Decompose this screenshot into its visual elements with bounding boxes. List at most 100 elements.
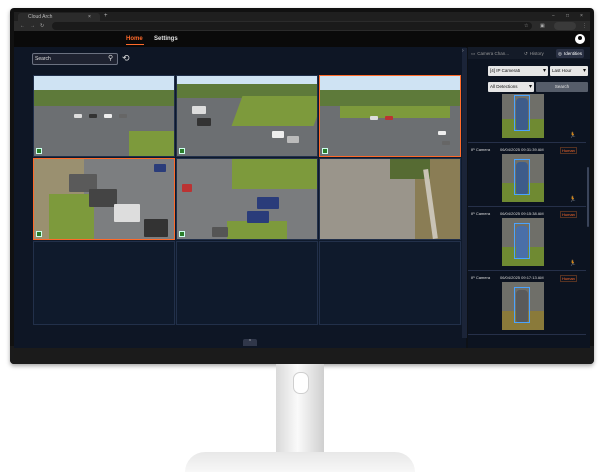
close-tab-icon[interactable]: × [88, 13, 91, 21]
tab-history-label: History [529, 51, 544, 56]
results-scrollbar[interactable] [587, 167, 589, 227]
tab-identities[interactable]: ◎ Identities [556, 49, 584, 58]
camera-status-icon [322, 148, 328, 154]
tab-history[interactable]: ↺ History [524, 49, 544, 58]
detection-result[interactable]: IP Camera 06/04/2025 09:15:38 AM Human 🏃 [468, 208, 586, 271]
monitor-base [185, 452, 415, 472]
camera-feed-5[interactable] [176, 158, 318, 240]
time-range-value: Last Hour [552, 68, 572, 73]
detection-bounding-box [514, 223, 530, 259]
result-timestamp: 06/04/2025 09:15:38 AM [500, 211, 544, 216]
tab-overview-icon[interactable]: ▣ [540, 21, 545, 31]
search-icon[interactable]: ⚲ [108, 54, 113, 64]
app-navbar: Home Settings [14, 31, 590, 47]
feed-car [385, 116, 393, 120]
detection-bounding-box [514, 95, 530, 131]
tab-camera-channels[interactable]: ▭ Camera Chan... [471, 49, 509, 58]
feed-scenery [49, 194, 94, 239]
search-button[interactable]: Search [536, 82, 588, 92]
camera-feed-1[interactable] [33, 75, 175, 157]
feed-car [74, 114, 82, 118]
result-tag: Human [560, 211, 577, 218]
back-icon[interactable]: ← [20, 21, 25, 31]
camera-feed-6[interactable] [319, 158, 461, 240]
feed-car [287, 136, 299, 143]
feed-car [89, 114, 97, 118]
url-field[interactable] [52, 22, 532, 30]
chevron-right-icon: › [462, 48, 464, 54]
screen: Cloud Arch × + − □ × ← → ↻ ☆ ▣ ⋮ Home Se… [14, 12, 590, 348]
detection-type-select[interactable]: All Detections ▾ [488, 82, 534, 92]
running-person-icon: 🏃 [569, 133, 577, 139]
browser-profile-button[interactable] [554, 22, 576, 30]
camera-status-icon [179, 231, 185, 237]
result-camera-name: IP Camera [471, 147, 491, 152]
feed-car [192, 106, 206, 114]
feed-scenery [232, 159, 317, 189]
user-account-icon[interactable] [575, 34, 585, 44]
detection-type-value: All Detections [490, 84, 518, 89]
camera-slot-empty[interactable] [319, 241, 461, 325]
camera-search-box[interactable]: ⚲ [32, 53, 118, 65]
camera-status-icon [36, 148, 42, 154]
detection-bounding-box [514, 159, 530, 195]
feed-car [89, 189, 117, 207]
result-tag: Human [560, 275, 577, 282]
feed-car [257, 197, 279, 209]
feed-car [144, 219, 168, 237]
camera-grid [33, 75, 463, 325]
maximize-icon[interactable]: □ [566, 12, 569, 21]
running-person-icon: 🏃 [569, 261, 577, 267]
new-tab-icon[interactable]: + [104, 12, 108, 21]
feed-car [154, 164, 166, 172]
camera-feed-2[interactable] [176, 75, 318, 157]
feed-car [442, 141, 450, 145]
camera-select[interactable]: [4] IP Camera5 ▾ [488, 66, 548, 76]
browser-tabbar: Cloud Arch × + − □ × [14, 12, 590, 21]
reload-icon[interactable]: ↻ [40, 21, 44, 31]
browser-tab[interactable]: Cloud Arch × [18, 13, 100, 21]
feed-car [370, 116, 378, 120]
refresh-icon[interactable]: ⟲ [122, 52, 130, 64]
feed-car [247, 211, 269, 223]
panel-collapse-handle[interactable]: › [462, 48, 467, 338]
chevron-down-icon: ▾ [542, 68, 546, 74]
tab-camera-channels-label: Camera Chan... [477, 51, 510, 56]
running-person-icon: 🏃 [569, 197, 577, 203]
detection-thumbnail [502, 218, 544, 266]
detection-result[interactable]: IP Camera 06/04/2025 09:17:13 AM Human [468, 272, 586, 335]
detection-result[interactable]: 🏃 [468, 94, 586, 143]
forward-icon[interactable]: → [30, 21, 35, 31]
tab-identities-label: Identities [563, 51, 582, 56]
detection-results-list: 🏃 IP Camera 06/04/2025 09:31:39 AM Human… [468, 94, 590, 348]
camera-grid-pane: ⚲ ⟲ [14, 47, 466, 348]
camera-slot-empty[interactable] [33, 241, 175, 325]
feed-car [114, 204, 140, 222]
nav-settings[interactable]: Settings [154, 35, 178, 43]
detection-thumbnail [502, 282, 544, 330]
feed-car [119, 114, 127, 118]
result-tag: Human [560, 147, 577, 154]
time-range-select[interactable]: Last Hour ▾ [550, 66, 588, 76]
result-camera-name: IP Camera [471, 211, 491, 216]
chevron-down-icon: ▾ [528, 84, 532, 90]
camera-feed-3[interactable] [319, 75, 461, 157]
browser-menu-icon[interactable]: ⋮ [582, 21, 587, 31]
camera-feed-4[interactable] [33, 158, 175, 240]
detection-result[interactable]: IP Camera 06/04/2025 09:31:39 AM Human 🏃 [468, 144, 586, 207]
camera-slot-empty[interactable] [176, 241, 318, 325]
camera-search-input[interactable] [35, 54, 105, 64]
browser-tab-title: Cloud Arch [28, 14, 53, 20]
bottom-panel-toggle[interactable]: ⌃ [243, 339, 257, 346]
feed-car [272, 131, 284, 138]
minimize-icon[interactable]: − [552, 12, 555, 21]
detections-panel: ▭ Camera Chan... ↺ History ◎ Identities [4]… [468, 47, 590, 348]
bookmark-star-icon[interactable]: ☆ [524, 21, 528, 31]
window-close-icon[interactable]: × [580, 12, 583, 21]
feed-car [438, 131, 446, 135]
stand-cable-hole [293, 372, 309, 394]
detection-bounding-box [514, 287, 530, 323]
nav-home[interactable]: Home [126, 35, 143, 43]
feed-car [104, 114, 112, 118]
panel-tabs: ▭ Camera Chan... ↺ History ◎ Identities [468, 47, 590, 59]
